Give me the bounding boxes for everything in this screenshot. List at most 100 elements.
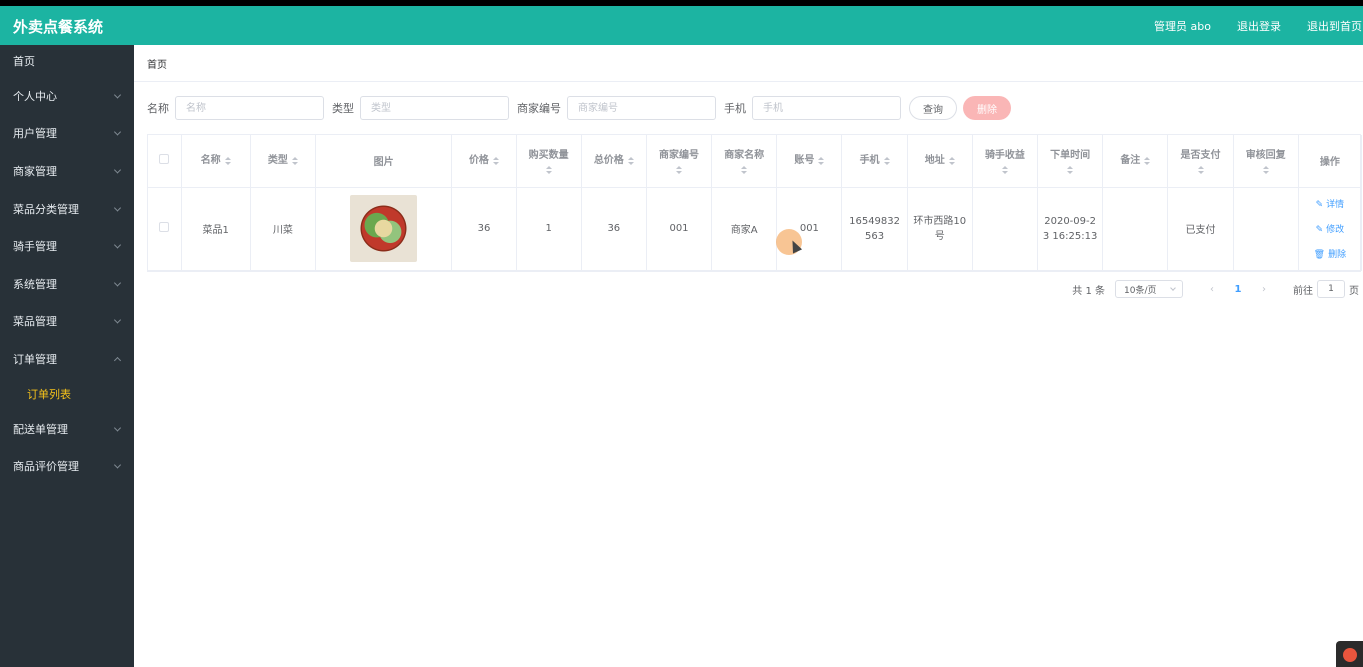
admin-user-link[interactable]: 管理员 abo — [1154, 18, 1211, 34]
sidebar-item-merchant-management[interactable]: 商家管理 — [0, 152, 134, 190]
col-header-merchant-no[interactable]: 商家编号 — [646, 135, 713, 188]
next-page-button[interactable]: › — [1251, 284, 1277, 295]
breadcrumb: 首页 — [134, 45, 1363, 82]
sort-icon[interactable] — [627, 156, 634, 165]
cell-actions: ✎ 详情 ✎ 修改 🗑 删除 — [1298, 187, 1363, 271]
sidebar-item-personal-center[interactable]: 个人中心 — [0, 77, 134, 115]
sidebar-item-rider-management[interactable]: 骑手管理 — [0, 227, 134, 265]
col-header-review-reply[interactable]: 审核回复 — [1233, 135, 1299, 188]
sort-icon[interactable] — [1262, 165, 1269, 174]
trash-icon: 🗑 — [1313, 250, 1326, 260]
edit-action[interactable]: ✎ 修改 — [1316, 222, 1345, 235]
col-header-account[interactable]: 账号 — [776, 135, 843, 188]
col-header-order-time[interactable]: 下单时间 — [1037, 135, 1104, 188]
recorder-badge-icon — [1336, 641, 1363, 667]
sort-icon[interactable] — [883, 156, 890, 165]
sort-icon[interactable] — [948, 156, 955, 165]
phone-input[interactable] — [752, 96, 901, 120]
col-header-price[interactable]: 价格 — [451, 135, 517, 188]
cell-address: 环市西路10号 — [907, 187, 973, 271]
top-header: 外卖点餐系统 管理员 abo 退出登录 退出到首页 — [0, 6, 1363, 45]
sort-icon[interactable] — [545, 165, 552, 174]
type-input[interactable] — [360, 96, 509, 120]
select-all-checkbox[interactable] — [159, 154, 170, 165]
sidebar-item-system-management[interactable]: 系统管理 — [0, 265, 134, 303]
chevron-up-icon — [113, 356, 122, 364]
sidebar-item-home[interactable]: 首页 — [0, 45, 134, 77]
sidebar-item-dish-category-management[interactable]: 菜品分类管理 — [0, 190, 134, 228]
col-header-type[interactable]: 类型 — [250, 135, 316, 188]
sidebar-item-label: 用户管理 — [13, 127, 57, 141]
delete-action[interactable]: 🗑 删除 — [1314, 247, 1346, 260]
sidebar-item-label: 菜品管理 — [13, 315, 57, 329]
table-header-row: 名称 类型 图片 价格 购买数量 总价格 商家编号 商家名称 账号 手机 地址 … — [148, 135, 1363, 188]
sort-icon[interactable] — [1197, 165, 1204, 174]
sort-icon[interactable] — [224, 156, 231, 165]
breadcrumb-home[interactable]: 首页 — [147, 56, 167, 71]
search-bar: 名称 类型 商家编号 手机 查询 删除 — [147, 96, 1011, 120]
chevron-down-icon — [113, 316, 122, 324]
chevron-down-icon — [113, 91, 122, 99]
chevron-down-icon — [113, 204, 122, 212]
chevron-down-icon — [113, 461, 122, 469]
name-input[interactable] — [175, 96, 324, 120]
cell-order-time: 2020-09-23 16:25:13 — [1037, 187, 1104, 271]
sort-icon[interactable] — [492, 156, 499, 165]
sidebar-item-label: 菜品分类管理 — [13, 202, 79, 216]
pagination-total: 共 1 条 — [1072, 285, 1105, 297]
food-dish-image — [350, 195, 418, 262]
row-select-cell[interactable] — [148, 187, 182, 271]
chevron-down-icon — [113, 241, 122, 249]
sidebar-subitem-order-list[interactable]: 订单列表 — [0, 378, 134, 410]
col-header-quantity[interactable]: 购买数量 — [516, 135, 582, 188]
chevron-down-icon — [113, 424, 122, 432]
goto-page-input[interactable] — [1317, 280, 1345, 298]
sort-icon[interactable] — [1001, 165, 1008, 174]
sidebar-item-label: 首页 — [13, 55, 35, 68]
exit-to-home-link[interactable]: 退出到首页 — [1307, 18, 1362, 34]
record-dot-icon — [1343, 648, 1357, 662]
page-size-select[interactable]: 10条/页 — [1115, 280, 1183, 298]
sidebar-item-dish-management[interactable]: 菜品管理 — [0, 303, 134, 341]
goto-label: 前往 — [1293, 285, 1313, 297]
cell-merchant-no: 001 — [646, 187, 713, 271]
col-header-paid[interactable]: 是否支付 — [1167, 135, 1234, 188]
col-header-merchant-name[interactable]: 商家名称 — [711, 135, 778, 188]
order-table: 名称 类型 图片 价格 购买数量 总价格 商家编号 商家名称 账号 手机 地址 … — [147, 134, 1363, 272]
query-button[interactable]: 查询 — [909, 96, 957, 120]
edit-icon: ✎ — [1315, 225, 1324, 235]
col-header-phone[interactable]: 手机 — [841, 135, 908, 188]
prev-page-button[interactable]: ‹ — [1199, 284, 1225, 295]
sidebar-subitem-label: 订单列表 — [27, 387, 71, 401]
col-header-remark[interactable]: 备注 — [1102, 135, 1169, 188]
sidebar-item-user-management[interactable]: 用户管理 — [0, 115, 134, 153]
sort-icon[interactable] — [818, 156, 825, 165]
col-header-image: 图片 — [315, 135, 453, 188]
logout-link[interactable]: 退出登录 — [1237, 18, 1281, 34]
cell-address-text: 环市西路10号 — [913, 215, 967, 242]
search-label-type: 类型 — [332, 102, 354, 115]
search-label-merchant-no: 商家编号 — [517, 102, 561, 115]
sort-icon[interactable] — [291, 156, 298, 165]
sort-icon[interactable] — [676, 165, 682, 174]
col-header-address[interactable]: 地址 — [907, 135, 973, 188]
sidebar-item-order-management[interactable]: 订单管理 — [0, 340, 134, 378]
sidebar-item-delivery-management[interactable]: 配送单管理 — [0, 410, 134, 448]
page-number-current[interactable]: 1 — [1225, 284, 1251, 295]
batch-delete-button[interactable]: 删除 — [963, 96, 1011, 120]
merchant-no-input[interactable] — [567, 96, 716, 120]
col-header-rider-income[interactable]: 骑手收益 — [972, 135, 1039, 188]
row-checkbox[interactable] — [159, 222, 170, 232]
sort-icon[interactable] — [1144, 156, 1151, 165]
sidebar-item-review-management[interactable]: 商品评价管理 — [0, 447, 134, 485]
col-header-total[interactable]: 总价格 — [581, 135, 647, 188]
cell-price: 36 — [451, 187, 517, 271]
detail-action[interactable]: ✎ 详情 — [1316, 197, 1345, 210]
sort-icon[interactable] — [741, 165, 748, 174]
sort-icon[interactable] — [1067, 165, 1074, 174]
col-header-actions: 操作 — [1298, 135, 1363, 188]
col-header-name[interactable]: 名称 — [181, 135, 251, 188]
cell-paid: 已支付 — [1167, 187, 1234, 271]
select-all-cell[interactable] — [148, 135, 182, 188]
edit-icon: ✎ — [1315, 200, 1324, 210]
